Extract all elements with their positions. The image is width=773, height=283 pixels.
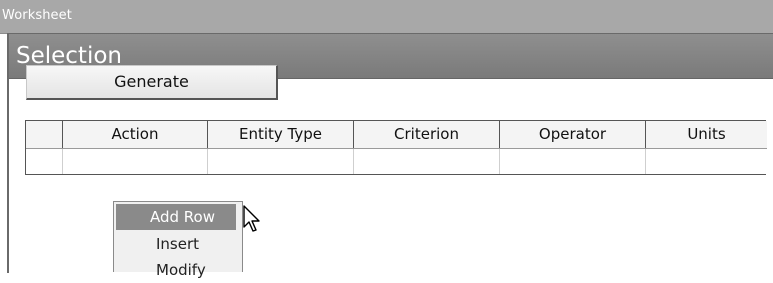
window-title-bar: Worksheet [0, 0, 773, 34]
context-menu: Add Row Insert Modify [113, 201, 243, 279]
column-header-operator[interactable]: Operator [500, 121, 646, 148]
mouse-pointer-icon [243, 205, 260, 232]
row-selector-header[interactable] [26, 121, 63, 148]
action-cell[interactable] [63, 149, 208, 174]
operator-cell[interactable] [500, 149, 646, 174]
window-title: Worksheet [2, 8, 72, 23]
entity-type-cell[interactable] [208, 149, 354, 174]
worksheet-grid: Action Entity Type Criterion Operator Un… [25, 120, 767, 175]
generate-button[interactable]: Generate [26, 65, 278, 100]
column-header-action[interactable]: Action [63, 121, 208, 148]
criterion-cell[interactable] [354, 149, 500, 174]
menu-item-modify[interactable]: Modify [114, 257, 240, 283]
column-header-units[interactable]: Units [646, 121, 767, 148]
units-cell[interactable] [646, 149, 767, 174]
row-selector-cell[interactable] [26, 149, 63, 174]
grid-header-row: Action Entity Type Criterion Operator Un… [26, 121, 767, 149]
menu-item-add-row[interactable]: Add Row [116, 204, 236, 230]
column-header-entity-type[interactable]: Entity Type [208, 121, 354, 148]
menu-item-insert[interactable]: Insert [114, 231, 240, 257]
table-row[interactable] [26, 149, 767, 174]
column-header-criterion[interactable]: Criterion [354, 121, 500, 148]
